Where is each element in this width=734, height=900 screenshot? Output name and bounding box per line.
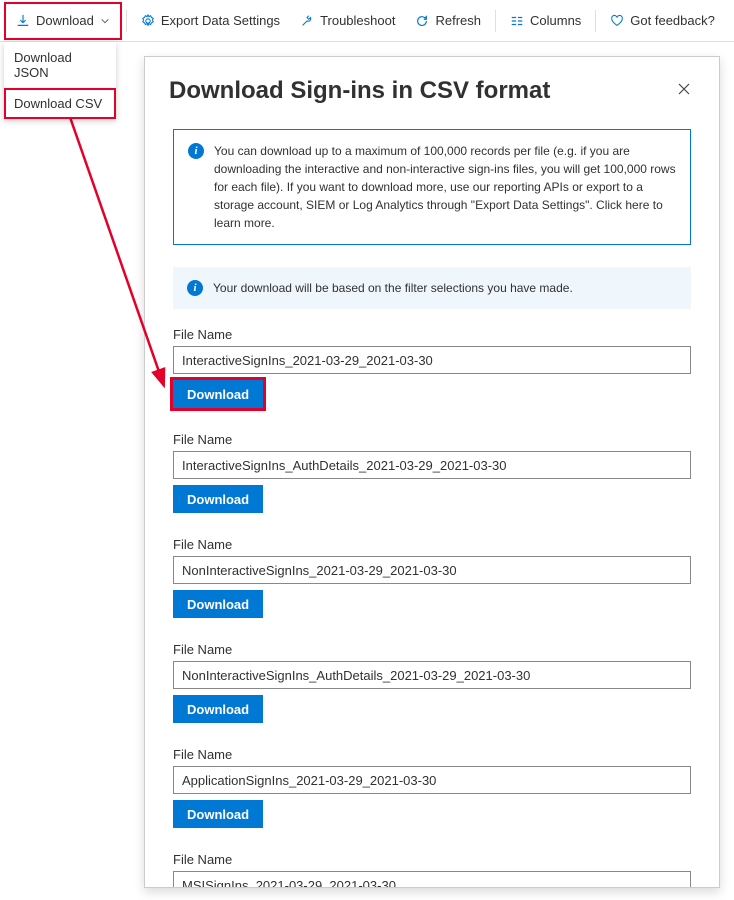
file-group-interactive: File Name Download bbox=[173, 327, 691, 418]
refresh-label: Refresh bbox=[435, 13, 481, 28]
download-csv-panel: Download Sign-ins in CSV format i You ca… bbox=[144, 56, 720, 888]
file-name-label: File Name bbox=[173, 327, 691, 346]
file-group-noninteractive-auth: File Name Download bbox=[173, 642, 691, 733]
file-name-input[interactable] bbox=[173, 451, 691, 479]
download-csv-option[interactable]: Download CSV bbox=[4, 88, 116, 119]
columns-icon bbox=[510, 14, 524, 28]
download-file-button[interactable]: Download bbox=[173, 800, 263, 828]
file-group-application: File Name Download bbox=[173, 747, 691, 838]
toolbar-separator bbox=[595, 10, 596, 32]
file-group-msi: File Name Download bbox=[173, 852, 691, 887]
file-name-label: File Name bbox=[173, 642, 691, 661]
close-icon bbox=[677, 82, 691, 96]
refresh-icon bbox=[415, 14, 429, 28]
troubleshoot-label: Troubleshoot bbox=[320, 13, 395, 28]
download-button[interactable]: Download bbox=[6, 4, 120, 38]
refresh-button[interactable]: Refresh bbox=[405, 0, 491, 41]
info-box-filter: i Your download will be based on the fil… bbox=[173, 267, 691, 309]
chevron-down-icon bbox=[100, 16, 110, 26]
download-file-button[interactable]: Download bbox=[173, 380, 263, 408]
download-dropdown: Download JSON Download CSV bbox=[4, 42, 116, 119]
command-bar: Download Export Data Settings Troublesho… bbox=[0, 0, 734, 42]
file-name-input[interactable] bbox=[173, 556, 691, 584]
info-icon: i bbox=[187, 280, 203, 296]
file-name-label: File Name bbox=[173, 852, 691, 871]
panel-title: Download Sign-ins in CSV format bbox=[169, 77, 550, 105]
columns-button[interactable]: Columns bbox=[500, 0, 591, 41]
gear-icon bbox=[141, 14, 155, 28]
file-group-interactive-auth: File Name Download bbox=[173, 432, 691, 523]
file-name-label: File Name bbox=[173, 747, 691, 766]
info-icon: i bbox=[188, 143, 204, 159]
file-name-label: File Name bbox=[173, 432, 691, 451]
feedback-label: Got feedback? bbox=[630, 13, 715, 28]
wrench-icon bbox=[300, 14, 314, 28]
panel-body: i You can download up to a maximum of 10… bbox=[145, 119, 719, 887]
toolbar-separator bbox=[126, 10, 127, 32]
download-label: Download bbox=[36, 13, 94, 28]
file-group-noninteractive: File Name Download bbox=[173, 537, 691, 628]
download-json-option[interactable]: Download JSON bbox=[4, 42, 116, 88]
file-name-input[interactable] bbox=[173, 661, 691, 689]
feedback-button[interactable]: Got feedback? bbox=[600, 0, 725, 41]
export-label: Export Data Settings bbox=[161, 13, 280, 28]
file-name-input[interactable] bbox=[173, 871, 691, 887]
file-name-input[interactable] bbox=[173, 346, 691, 374]
troubleshoot-button[interactable]: Troubleshoot bbox=[290, 0, 405, 41]
toolbar-separator bbox=[495, 10, 496, 32]
file-name-input[interactable] bbox=[173, 766, 691, 794]
info-text: You can download up to a maximum of 100,… bbox=[214, 142, 676, 232]
download-file-button[interactable]: Download bbox=[173, 590, 263, 618]
info-text: Your download will be based on the filte… bbox=[213, 279, 573, 297]
close-button[interactable] bbox=[673, 78, 695, 104]
download-button-highlight: Download bbox=[4, 2, 122, 40]
file-name-label: File Name bbox=[173, 537, 691, 556]
download-file-button[interactable]: Download bbox=[173, 485, 263, 513]
columns-label: Columns bbox=[530, 13, 581, 28]
download-icon bbox=[16, 14, 30, 28]
export-data-settings-button[interactable]: Export Data Settings bbox=[131, 0, 290, 41]
info-box-limits: i You can download up to a maximum of 10… bbox=[173, 129, 691, 245]
panel-header: Download Sign-ins in CSV format bbox=[145, 57, 719, 119]
heart-icon bbox=[610, 14, 624, 28]
download-file-button[interactable]: Download bbox=[173, 695, 263, 723]
